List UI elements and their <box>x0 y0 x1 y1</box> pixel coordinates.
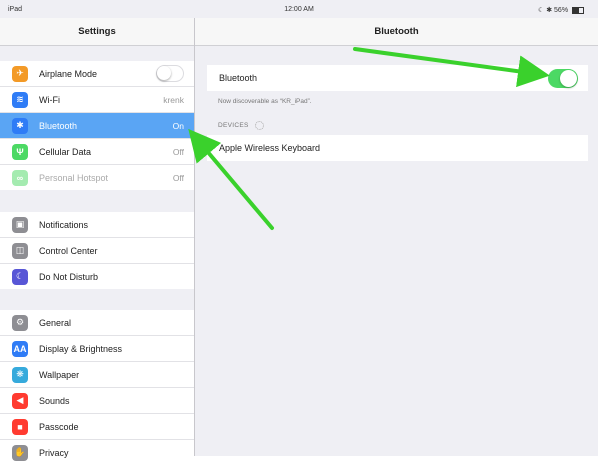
bluetooth-detail: Bluetooth Bluetooth Now discoverable as … <box>195 18 598 456</box>
sidebar-item-display-brightness[interactable]: AA Display & Brightness <box>0 336 194 362</box>
sidebar-title: Settings <box>0 18 194 46</box>
lock-icon: ■ <box>12 418 28 435</box>
sidebar-item-label: Wallpaper <box>39 369 80 380</box>
sidebar-item-general[interactable]: ⚙ General <box>0 310 194 336</box>
cellular-icon: Ψ <box>12 143 28 160</box>
sidebar-item-label: Sounds <box>39 395 70 406</box>
sidebar-item-label: Bluetooth <box>39 120 78 131</box>
status-bar: iPad 12:00 AM ☾ ✱ 56% <box>0 0 598 18</box>
sidebar-item-wi-fi[interactable]: ≋ Wi-Fi krenk <box>0 87 194 113</box>
sidebar-item-label: Cellular Data <box>39 146 92 157</box>
airplane-icon: ✈ <box>12 65 28 82</box>
sidebar-item-value: krenk <box>163 94 184 105</box>
moon-icon: ☾ <box>12 268 28 285</box>
sidebar-item-notifications[interactable]: ▣ Notifications <box>0 212 194 238</box>
wifi-icon: ≋ <box>12 91 28 108</box>
device-row[interactable]: Apple Wireless Keyboard <box>207 135 588 161</box>
toggle-knob <box>157 66 171 80</box>
airplane-mode-toggle[interactable] <box>156 65 184 82</box>
sidebar-item-label: Airplane Mode <box>39 68 98 79</box>
devices-header: DEVICES <box>218 121 264 130</box>
sidebar-item-control-center[interactable]: ◫ Control Center <box>0 238 194 264</box>
sidebar-item-value: Off <box>172 146 184 157</box>
sidebar-item-label: Wi-Fi <box>39 94 60 105</box>
toggle-knob <box>560 69 577 87</box>
sidebar-item-sounds[interactable]: ◀ Sounds <box>0 388 194 414</box>
sidebar-item-cellular-data[interactable]: Ψ Cellular Data Off <box>0 139 194 165</box>
sidebar-item-label: Personal Hotspot <box>39 172 109 183</box>
gear-icon: ⚙ <box>12 314 28 331</box>
devices-header-label: DEVICES <box>218 122 249 129</box>
sound-icon: ◀ <box>12 392 28 409</box>
bluetooth-toggle-label: Bluetooth <box>219 73 258 83</box>
settings-group-general: ⚙ General AA Display & Brightness ❋ Wallpaper… <box>0 310 194 465</box>
discoverable-note: Now discoverable as “KR_iPad”. <box>218 98 312 105</box>
sidebar-item-passcode[interactable]: ■ Passcode <box>0 414 194 440</box>
hotspot-icon: ∞ <box>12 169 28 186</box>
wallpaper-icon: ❋ <box>12 366 28 383</box>
screen: iPad 12:00 AM ☾ ✱ 56% Settings ✈ Airplane… <box>0 0 598 465</box>
status-right: ☾ ✱ 56% <box>538 6 584 14</box>
bluetooth-status-icon: ✱ <box>546 7 553 14</box>
sidebar-item-bluetooth[interactable]: ✱ Bluetooth On <box>0 113 194 139</box>
sidebar-item-personal-hotspot[interactable]: ∞ Personal Hotspot Off <box>0 165 194 190</box>
settings-sidebar: Settings ✈ Airplane Mode ≋ Wi-Fi krenk ✱ Bluet… <box>0 18 195 465</box>
moon-status-icon: ☾ <box>537 7 545 14</box>
sidebar-item-do-not-disturb[interactable]: ☾ Do Not Disturb <box>0 264 194 289</box>
device-name-label: Apple Wireless Keyboard <box>219 143 321 153</box>
battery-icon <box>572 6 584 14</box>
display-icon: AA <box>12 340 28 357</box>
sidebar-item-airplane-mode[interactable]: ✈ Airplane Mode <box>0 61 194 87</box>
bluetooth-toggle-row: Bluetooth <box>207 65 588 91</box>
sidebar-item-label: General <box>39 317 72 328</box>
sidebar-item-value: On <box>172 120 184 131</box>
sidebar-item-value: Off <box>172 172 184 183</box>
sidebar-item-label: Notifications <box>39 219 89 230</box>
sidebar-item-label: Do Not Disturb <box>39 271 99 282</box>
battery-percent: 56% <box>554 7 569 14</box>
sidebar-item-label: Display & Brightness <box>39 343 123 354</box>
sidebar-item-label: Passcode <box>39 421 79 432</box>
clock: 12:00 AM <box>284 6 314 13</box>
notifications-icon: ▣ <box>12 216 28 233</box>
bluetooth-toggle[interactable] <box>548 68 578 88</box>
settings-group-notifications: ▣ Notifications ◫ Control Center ☾ Do Not Dis… <box>0 212 194 289</box>
bluetooth-icon: ✱ <box>12 117 28 134</box>
sidebar-item-label: Control Center <box>39 245 98 256</box>
settings-group-connectivity: ✈ Airplane Mode ≋ Wi-Fi krenk ✱ Bluetooth On Ψ Ce… <box>0 61 194 190</box>
sidebar-item-privacy[interactable]: ✋ Privacy <box>0 440 194 465</box>
scanning-spinner-icon <box>254 121 264 130</box>
detail-title: Bluetooth <box>195 18 598 46</box>
sidebar-item-label: Privacy <box>39 447 69 458</box>
hand-icon: ✋ <box>12 444 28 461</box>
control-center-icon: ◫ <box>12 242 28 259</box>
sidebar-item-wallpaper[interactable]: ❋ Wallpaper <box>0 362 194 388</box>
